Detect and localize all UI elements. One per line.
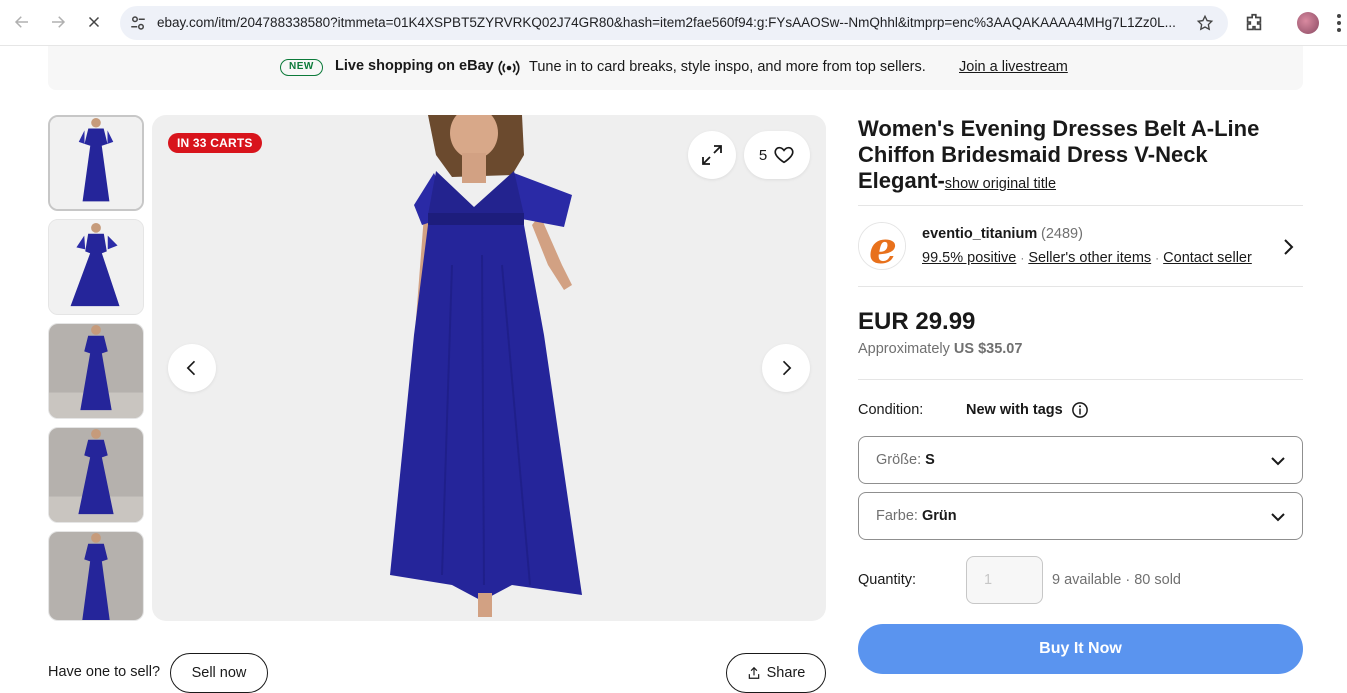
fullscreen-button[interactable] [688,131,736,179]
share-icon [748,666,759,679]
seller-feedback-count: (2489) [1041,226,1083,242]
divider [858,205,1303,206]
address-bar[interactable]: ebay.com/itm/204788338580?itmmeta=01K4XS… [120,6,1228,40]
seller-links: 99.5% positive · Seller's other items · Cont… [922,250,1252,266]
condition-label: Condition: [858,402,924,418]
approximate-price: Approximately US $35.07 [858,341,1022,357]
chevron-right-icon[interactable] [1280,238,1296,256]
size-select-label: Größe: S [876,452,935,468]
positive-feedback-link[interactable]: 99.5% positive [922,250,1016,266]
watch-count: 5 [758,146,768,164]
seller-name-link[interactable]: eventio_titanium [922,226,1037,242]
listing-title: Women's Evening Dresses Belt A-Line Chif… [858,116,1298,197]
dress-thumbnail-image [50,117,142,209]
condition-value: New with tags [966,402,1063,418]
main-product-image[interactable] [152,115,826,621]
quantity-availability: 9 available · 80 sold [1052,572,1181,588]
thumbnail-2[interactable] [48,219,144,315]
svg-text:e: e [869,223,897,270]
thumbnail-1[interactable] [48,115,144,211]
share-label: Share [766,665,806,681]
quantity-input[interactable] [966,556,1043,604]
stop-button[interactable] [79,7,109,37]
forward-button[interactable] [43,7,73,37]
approx-value: US $35.07 [953,341,1023,357]
share-button[interactable]: Share [726,653,826,693]
banner-title: Live shopping on eBay [335,58,494,74]
dress-photo [390,115,582,617]
banner-text: Tune in to card breaks, style inspo, and… [529,59,926,75]
back-icon [14,16,28,28]
color-select-label: Farbe: Grün [876,508,957,524]
separator-dot: · [1155,251,1160,265]
divider [858,286,1303,287]
extensions-icon[interactable] [1243,12,1265,34]
thumbnail-5[interactable] [48,531,144,621]
in-carts-badge: IN 33 CARTS [168,133,262,153]
separator-dot: · [1020,251,1025,265]
thumbnail-4[interactable] [48,427,144,523]
approx-prefix: Approximately [858,341,950,357]
forward-icon [52,16,66,28]
heart-icon [774,146,794,164]
previous-image-button[interactable] [168,344,216,392]
seller-logo[interactable]: e [858,222,906,270]
dress-thumbnail-image [49,428,143,522]
dress-thumbnail-image [49,220,143,314]
sellers-other-items-link[interactable]: Seller's other items [1028,250,1151,266]
profile-avatar[interactable] [1297,12,1319,34]
price: EUR 29.99 [858,308,976,335]
divider [858,379,1303,380]
live-shopping-banner: NEW Live shopping on eBay Tune in to car… [48,46,1303,90]
chevron-right-icon [782,360,792,376]
size-select[interactable]: Größe: S [858,436,1303,484]
site-settings-icon[interactable] [129,14,147,32]
browser-toolbar: ebay.com/itm/204788338580?itmmeta=01K4XS… [0,0,1347,46]
dress-thumbnail-image [49,324,143,418]
show-original-title-link[interactable]: show original title [945,176,1056,192]
back-button[interactable] [7,7,37,37]
quantity-label: Quantity: [858,572,917,588]
listing-title-text: Women's Evening Dresses Belt A-Line Chif… [858,116,1260,193]
chevron-down-icon [1271,457,1285,466]
buy-it-now-button[interactable]: Buy It Now [858,624,1303,674]
sell-now-button[interactable]: Sell now [170,653,268,693]
size-select-value: S [925,452,935,468]
bookmark-star-icon[interactable] [1196,14,1214,32]
new-badge: NEW [280,59,323,76]
thumbnail-3[interactable] [48,323,144,419]
menu-kebab-icon[interactable] [1336,13,1342,33]
dress-thumbnail-image [49,532,143,620]
color-select-value: Grün [921,508,957,524]
info-icon[interactable] [1071,401,1089,419]
join-livestream-link[interactable]: Join a livestream [959,59,1068,75]
expand-icon [702,145,722,165]
have-one-to-sell-text: Have one to sell? [48,664,161,680]
chevron-down-icon [1271,513,1285,522]
live-broadcast-icon [498,60,520,76]
url-text: ebay.com/itm/204788338580?itmmeta=01K4XS… [157,15,1176,30]
stop-icon [88,16,100,28]
color-select[interactable]: Farbe: Grün [858,492,1303,540]
chevron-left-icon [186,360,196,376]
watchlist-button[interactable]: 5 [744,131,810,179]
contact-seller-link[interactable]: Contact seller [1163,250,1252,266]
next-image-button[interactable] [762,344,810,392]
seller-logo-image: e [859,223,905,270]
